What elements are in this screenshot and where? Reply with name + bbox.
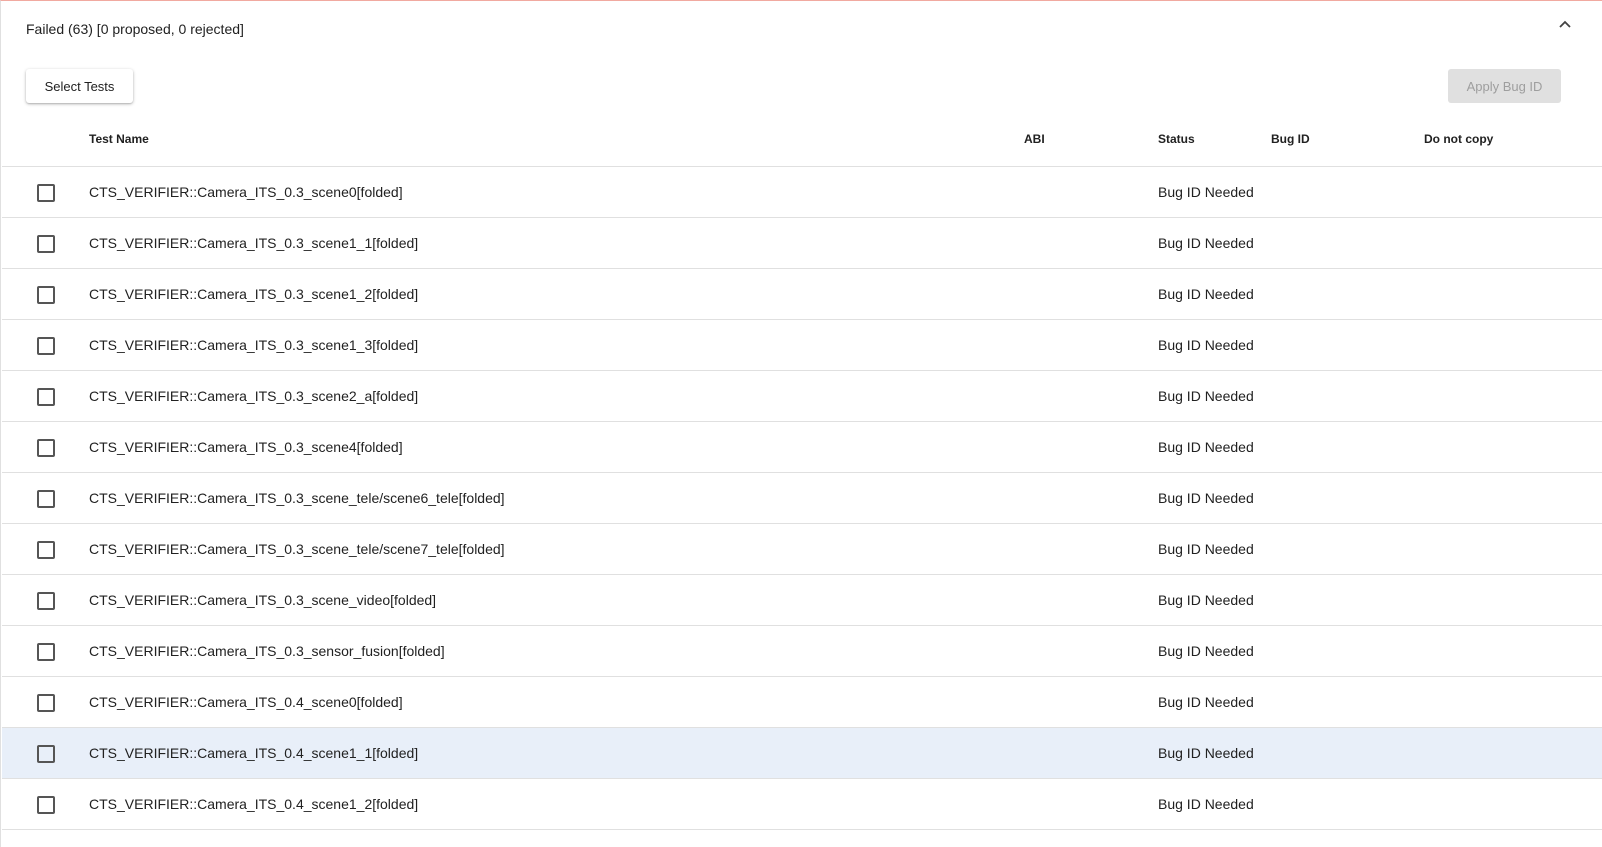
table-row[interactable]: CTS_VERIFIER::Camera_ITS_0.3_scene_tele/… bbox=[2, 473, 1602, 524]
row-checkbox[interactable] bbox=[37, 337, 55, 355]
test-name-cell: CTS_VERIFIER::Camera_ITS_0.3_scene_tele/… bbox=[89, 541, 505, 557]
row-checkbox[interactable] bbox=[37, 388, 55, 406]
table-row[interactable]: CTS_VERIFIER::Camera_ITS_0.3_scene1_2[fo… bbox=[2, 269, 1602, 320]
test-name-cell: CTS_VERIFIER::Camera_ITS_0.4_scene1_2[fo… bbox=[89, 796, 419, 812]
table-row[interactable]: CTS_VERIFIER::Camera_ITS_0.3_sensor_fusi… bbox=[2, 626, 1602, 677]
table-header: Test Name ABI Status Bug ID Do not copy bbox=[2, 116, 1602, 167]
row-checkbox[interactable] bbox=[37, 541, 55, 559]
test-name-cell: CTS_VERIFIER::Camera_ITS_0.3_scene1_2[fo… bbox=[89, 286, 419, 302]
table-row[interactable]: CTS_VERIFIER::Camera_ITS_0.4_scene0[fold… bbox=[2, 677, 1602, 728]
test-name-cell: CTS_VERIFIER::Camera_ITS_0.3_scene2_a[fo… bbox=[89, 388, 419, 404]
failed-tests-panel: Failed (63) [0 proposed, 0 rejected] Sel… bbox=[0, 0, 1602, 847]
row-checkbox[interactable] bbox=[37, 286, 55, 304]
apply-bug-id-button: Apply Bug ID bbox=[1448, 69, 1561, 103]
row-checkbox[interactable] bbox=[37, 694, 55, 712]
test-name-cell: CTS_VERIFIER::Camera_ITS_0.3_scene1_1[fo… bbox=[89, 235, 419, 251]
failed-tests-table: Test Name ABI Status Bug ID Do not copy … bbox=[2, 116, 1602, 830]
status-cell: Bug ID Needed bbox=[1158, 796, 1254, 812]
test-name-cell: CTS_VERIFIER::Camera_ITS_0.4_scene0[fold… bbox=[89, 694, 403, 710]
table-row[interactable]: CTS_VERIFIER::Camera_ITS_0.3_scene0[fold… bbox=[2, 167, 1602, 218]
chevron-up-icon[interactable] bbox=[1557, 15, 1573, 35]
status-cell: Bug ID Needed bbox=[1158, 592, 1254, 608]
table-row[interactable]: CTS_VERIFIER::Camera_ITS_0.4_scene1_1[fo… bbox=[2, 728, 1602, 779]
table-row[interactable]: CTS_VERIFIER::Camera_ITS_0.4_scene1_2[fo… bbox=[2, 779, 1602, 830]
column-header-test-name: Test Name bbox=[89, 132, 149, 146]
status-cell: Bug ID Needed bbox=[1158, 235, 1254, 251]
column-header-abi: ABI bbox=[1024, 132, 1045, 146]
test-name-cell: CTS_VERIFIER::Camera_ITS_0.3_scene4[fold… bbox=[89, 439, 403, 455]
status-cell: Bug ID Needed bbox=[1158, 439, 1254, 455]
row-checkbox[interactable] bbox=[37, 439, 55, 457]
table-row[interactable]: CTS_VERIFIER::Camera_ITS_0.3_scene_video… bbox=[2, 575, 1602, 626]
status-cell: Bug ID Needed bbox=[1158, 388, 1254, 404]
table-row[interactable]: CTS_VERIFIER::Camera_ITS_0.3_scene1_3[fo… bbox=[2, 320, 1602, 371]
row-checkbox[interactable] bbox=[37, 184, 55, 202]
table-row[interactable]: CTS_VERIFIER::Camera_ITS_0.3_scene1_1[fo… bbox=[2, 218, 1602, 269]
row-checkbox[interactable] bbox=[37, 592, 55, 610]
row-checkbox[interactable] bbox=[37, 745, 55, 763]
row-checkbox[interactable] bbox=[37, 490, 55, 508]
row-checkbox[interactable] bbox=[37, 235, 55, 253]
table-row[interactable]: CTS_VERIFIER::Camera_ITS_0.3_scene_tele/… bbox=[2, 524, 1602, 575]
status-cell: Bug ID Needed bbox=[1158, 745, 1254, 761]
status-cell: Bug ID Needed bbox=[1158, 337, 1254, 353]
table-row[interactable]: CTS_VERIFIER::Camera_ITS_0.3_scene2_a[fo… bbox=[2, 371, 1602, 422]
test-name-cell: CTS_VERIFIER::Camera_ITS_0.4_scene1_1[fo… bbox=[89, 745, 419, 761]
column-header-do-not-copy: Do not copy bbox=[1424, 132, 1494, 146]
table-body: CTS_VERIFIER::Camera_ITS_0.3_scene0[fold… bbox=[2, 167, 1602, 830]
row-checkbox[interactable] bbox=[37, 643, 55, 661]
status-cell: Bug ID Needed bbox=[1158, 286, 1254, 302]
test-name-cell: CTS_VERIFIER::Camera_ITS_0.3_sensor_fusi… bbox=[89, 643, 445, 659]
panel-title[interactable]: Failed (63) [0 proposed, 0 rejected] bbox=[26, 21, 244, 37]
status-cell: Bug ID Needed bbox=[1158, 490, 1254, 506]
test-name-cell: CTS_VERIFIER::Camera_ITS_0.3_scene1_3[fo… bbox=[89, 337, 419, 353]
status-cell: Bug ID Needed bbox=[1158, 541, 1254, 557]
table-row[interactable]: CTS_VERIFIER::Camera_ITS_0.3_scene4[fold… bbox=[2, 422, 1602, 473]
column-header-bug-id: Bug ID bbox=[1271, 132, 1310, 146]
select-tests-button[interactable]: Select Tests bbox=[26, 69, 133, 103]
test-name-cell: CTS_VERIFIER::Camera_ITS_0.3_scene_tele/… bbox=[89, 490, 505, 506]
column-header-status: Status bbox=[1158, 132, 1195, 146]
row-checkbox[interactable] bbox=[37, 796, 55, 814]
status-cell: Bug ID Needed bbox=[1158, 643, 1254, 659]
test-name-cell: CTS_VERIFIER::Camera_ITS_0.3_scene_video… bbox=[89, 592, 437, 608]
status-cell: Bug ID Needed bbox=[1158, 184, 1254, 200]
status-cell: Bug ID Needed bbox=[1158, 694, 1254, 710]
test-name-cell: CTS_VERIFIER::Camera_ITS_0.3_scene0[fold… bbox=[89, 184, 403, 200]
